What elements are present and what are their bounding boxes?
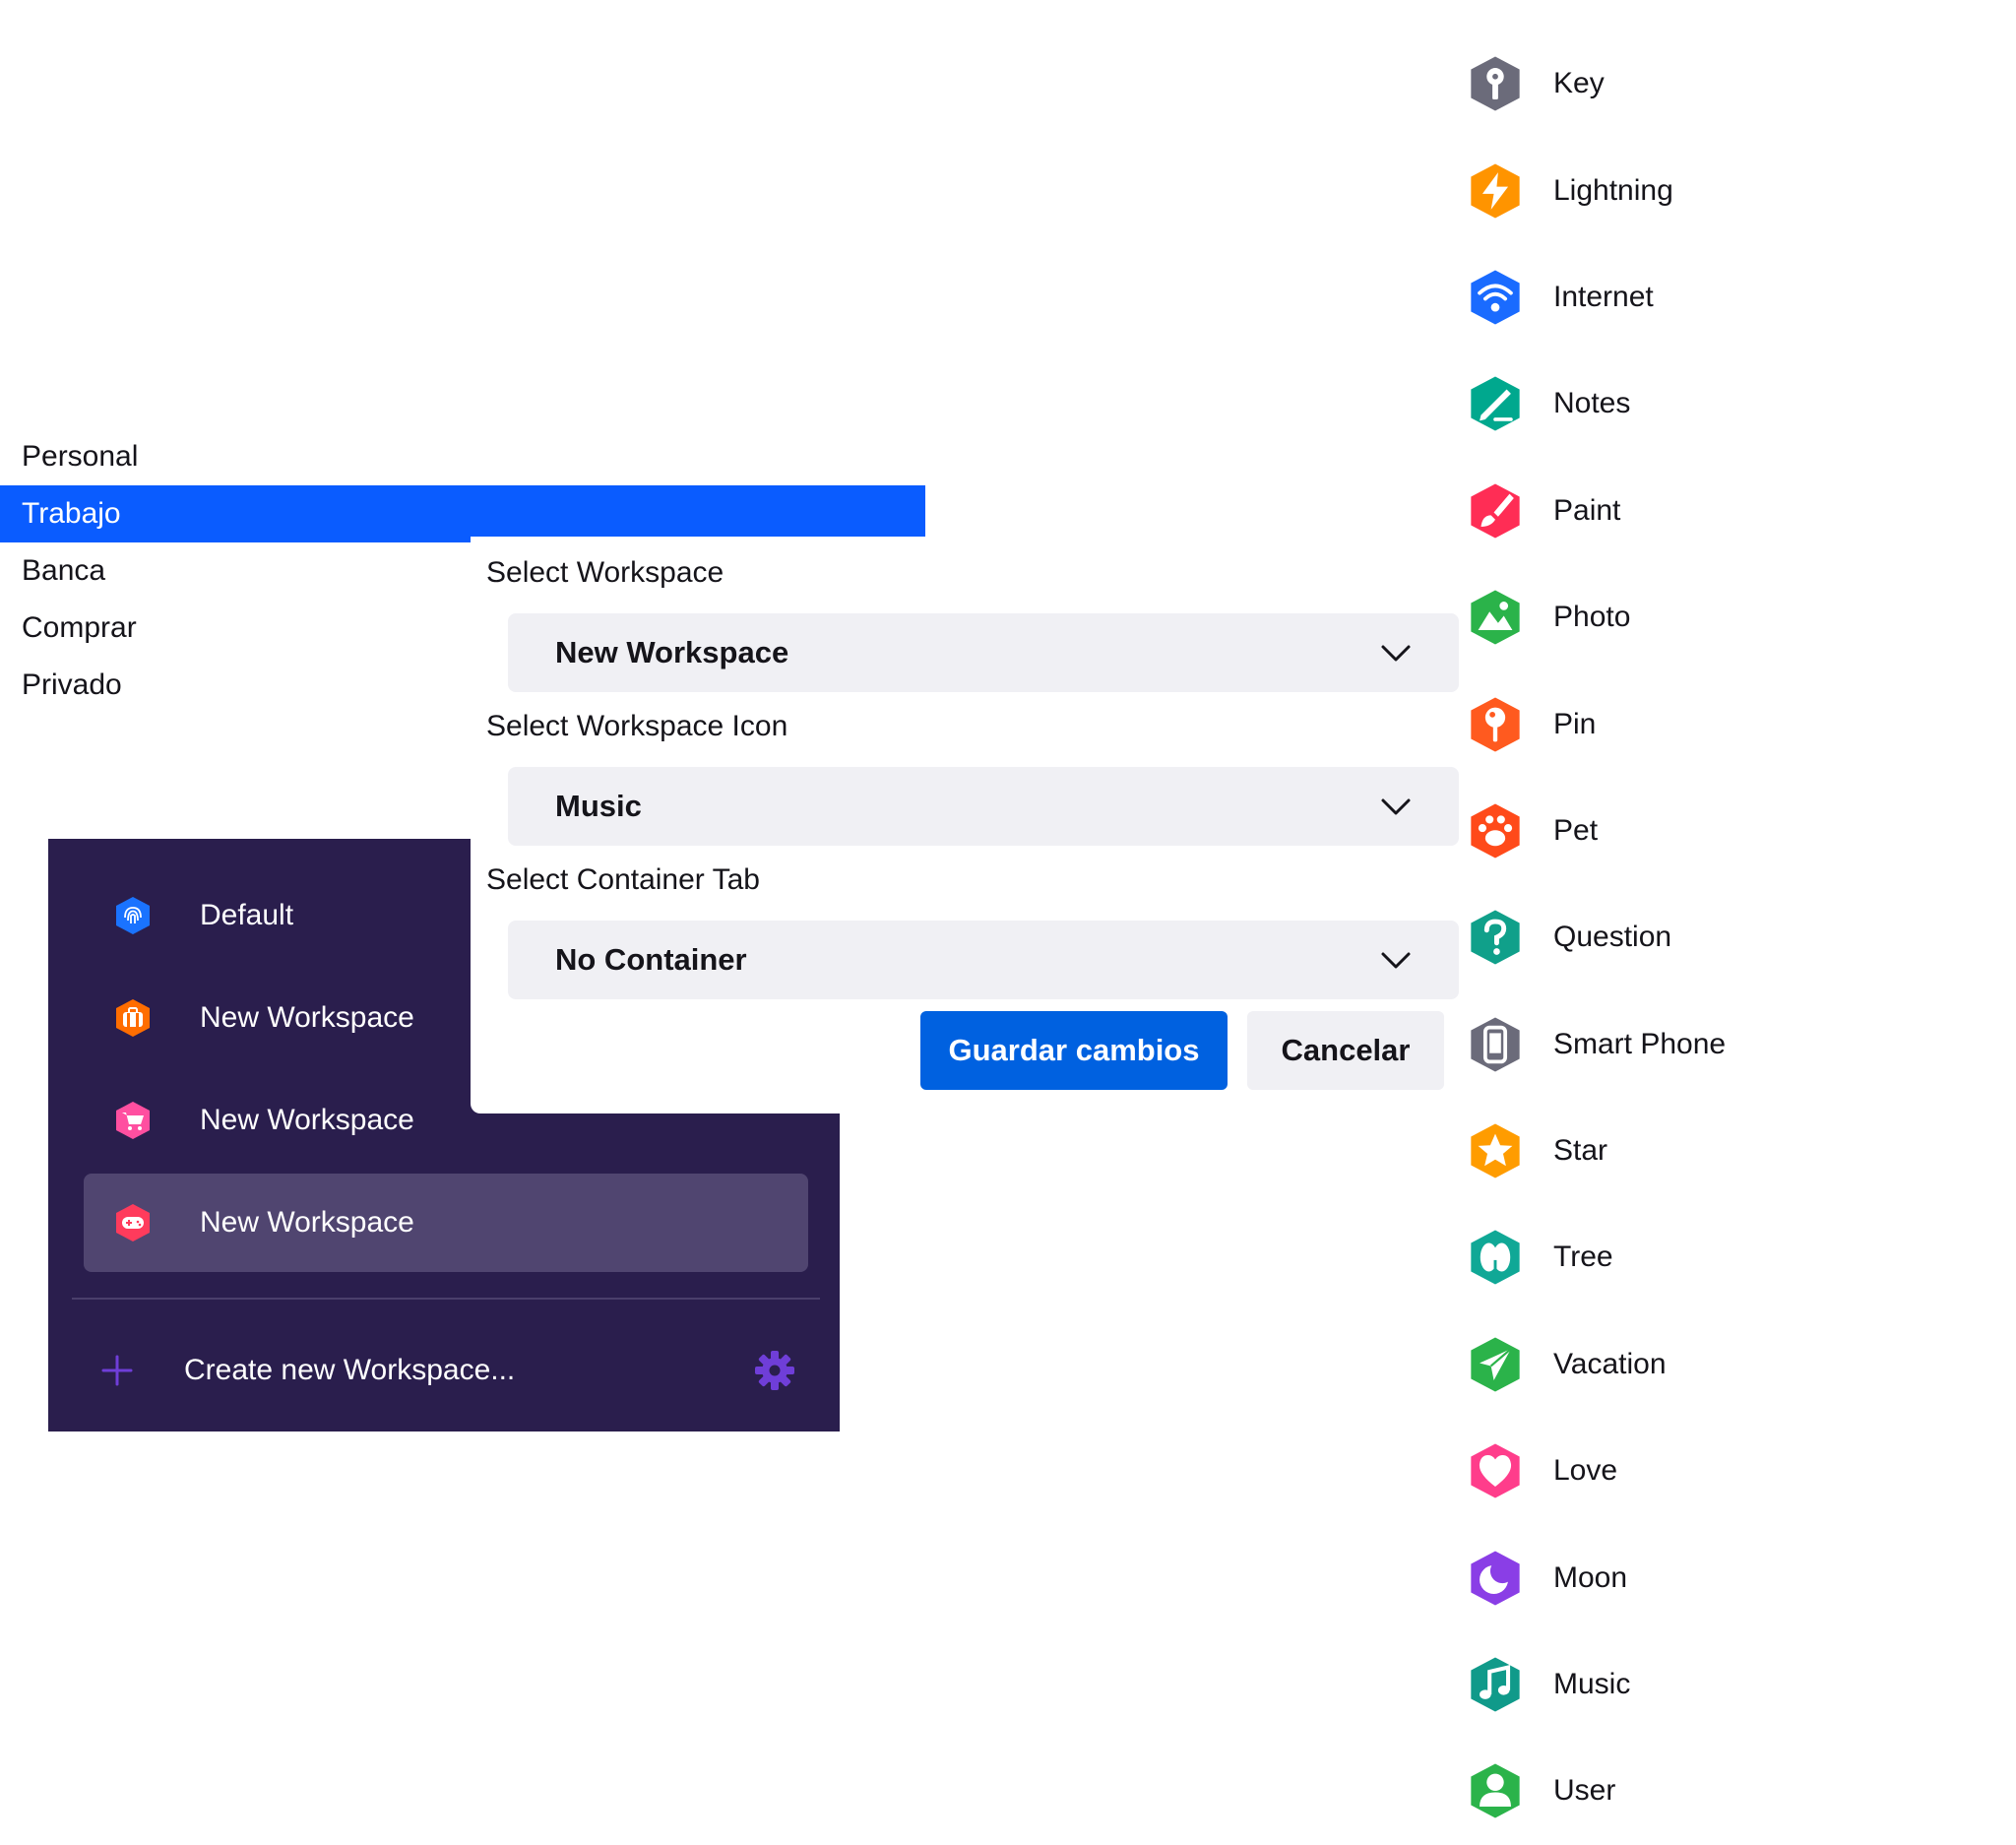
cancel-button[interactable]: Cancelar — [1247, 1011, 1444, 1090]
icon-option-label: Question — [1553, 921, 1672, 954]
icon-option-label: Love — [1553, 1454, 1618, 1488]
workspace-icon-select[interactable]: Music — [508, 767, 1459, 846]
edit-workspace-form: Select Workspace New Workspace Select Wo… — [471, 537, 1459, 1113]
plane-icon — [1471, 1337, 1520, 1392]
icon-options-list: Key Lightning Internet Notes Paint Photo… — [1467, 31, 1998, 1845]
icon-option-label: Notes — [1553, 387, 1631, 420]
create-workspace-button[interactable]: Create new Workspace... — [48, 1331, 840, 1410]
pin-icon — [1471, 696, 1520, 752]
icon-option-love[interactable]: Love — [1467, 1418, 1998, 1524]
workspace-item-label: New Workspace — [200, 1104, 414, 1136]
photo-icon — [1471, 590, 1520, 645]
icon-option-moon[interactable]: Moon — [1467, 1524, 1998, 1630]
context-menu-item-selected[interactable]: Trabajo — [0, 485, 925, 542]
workspace-item-active[interactable]: New Workspace — [84, 1174, 808, 1272]
workspace-item-label: New Workspace — [200, 1206, 414, 1239]
icon-option-music[interactable]: Music — [1467, 1631, 1998, 1738]
moon-icon — [1471, 1551, 1520, 1606]
workspace-select-value: New Workspace — [555, 635, 789, 669]
icon-option-label: Tree — [1553, 1241, 1613, 1274]
icon-option-label: Lightning — [1553, 173, 1673, 207]
select-container-label: Select Container Tab — [486, 863, 760, 896]
divider — [72, 1298, 820, 1300]
icon-option-label: Smart Phone — [1553, 1027, 1727, 1060]
icon-option-label: Vacation — [1553, 1347, 1667, 1380]
icon-option-tree[interactable]: Tree — [1467, 1204, 1998, 1310]
workspace-item-label: Default — [200, 899, 294, 931]
icon-option-pin[interactable]: Pin — [1467, 670, 1998, 777]
container-tab-select-value: No Container — [555, 942, 747, 977]
icon-option-key[interactable]: Key — [1467, 31, 1998, 137]
star-icon — [1471, 1123, 1520, 1178]
music-icon — [1471, 1657, 1520, 1712]
paint-icon — [1471, 483, 1520, 539]
container-tab-select[interactable]: No Container — [508, 921, 1459, 999]
workspace-select[interactable]: New Workspace — [508, 613, 1459, 692]
pet-icon — [1471, 803, 1520, 859]
icon-option-label: Music — [1553, 1668, 1631, 1701]
icon-option-label: Pin — [1553, 707, 1597, 740]
icon-option-pet[interactable]: Pet — [1467, 778, 1998, 884]
icon-option-notes[interactable]: Notes — [1467, 350, 1998, 457]
icon-option-label: User — [1553, 1774, 1616, 1808]
icon-option-label: Star — [1553, 1134, 1608, 1168]
icon-option-label: Key — [1553, 67, 1605, 100]
save-button[interactable]: Guardar cambios — [920, 1011, 1228, 1090]
icon-option-label: Moon — [1553, 1560, 1628, 1594]
select-workspace-label: Select Workspace — [486, 556, 724, 589]
fingerprint-icon — [116, 897, 150, 934]
question-icon — [1471, 910, 1520, 965]
workspace-icon-select-value: Music — [555, 789, 642, 823]
icon-option-question[interactable]: Question — [1467, 884, 1998, 990]
plus-icon — [101, 1355, 133, 1386]
icon-option-smart-phone[interactable]: Smart Phone — [1467, 991, 1998, 1098]
gamepad-icon — [116, 1204, 150, 1241]
create-workspace-label: Create new Workspace... — [184, 1354, 516, 1386]
icon-option-vacation[interactable]: Vacation — [1467, 1311, 1998, 1418]
workspace-item-label: New Workspace — [200, 1001, 414, 1034]
chevron-down-icon — [1381, 952, 1411, 969]
wifi-icon — [1471, 270, 1520, 325]
key-icon — [1471, 56, 1520, 111]
chevron-down-icon — [1381, 798, 1411, 815]
context-menu-item[interactable]: Personal — [0, 428, 925, 485]
icon-option-lightning[interactable]: Lightning — [1467, 137, 1998, 243]
icon-option-paint[interactable]: Paint — [1467, 458, 1998, 564]
briefcase-icon — [116, 999, 150, 1037]
icon-option-internet[interactable]: Internet — [1467, 244, 1998, 350]
phone-icon — [1471, 1017, 1520, 1072]
tree-icon — [1471, 1230, 1520, 1286]
icon-option-user[interactable]: User — [1467, 1738, 1998, 1844]
gear-icon[interactable] — [753, 1349, 796, 1392]
cart-icon — [116, 1102, 150, 1139]
chevron-down-icon — [1381, 645, 1411, 662]
select-icon-label: Select Workspace Icon — [486, 710, 788, 742]
icon-option-label: Pet — [1553, 813, 1599, 847]
icon-option-star[interactable]: Star — [1467, 1098, 1998, 1204]
heart-icon — [1471, 1443, 1520, 1498]
notes-icon — [1471, 376, 1520, 431]
icon-option-label: Internet — [1553, 280, 1654, 313]
lightning-icon — [1471, 163, 1520, 219]
icon-option-photo[interactable]: Photo — [1467, 564, 1998, 670]
user-icon — [1471, 1763, 1520, 1818]
icon-option-label: Paint — [1553, 493, 1621, 527]
icon-option-label: Photo — [1553, 601, 1631, 634]
